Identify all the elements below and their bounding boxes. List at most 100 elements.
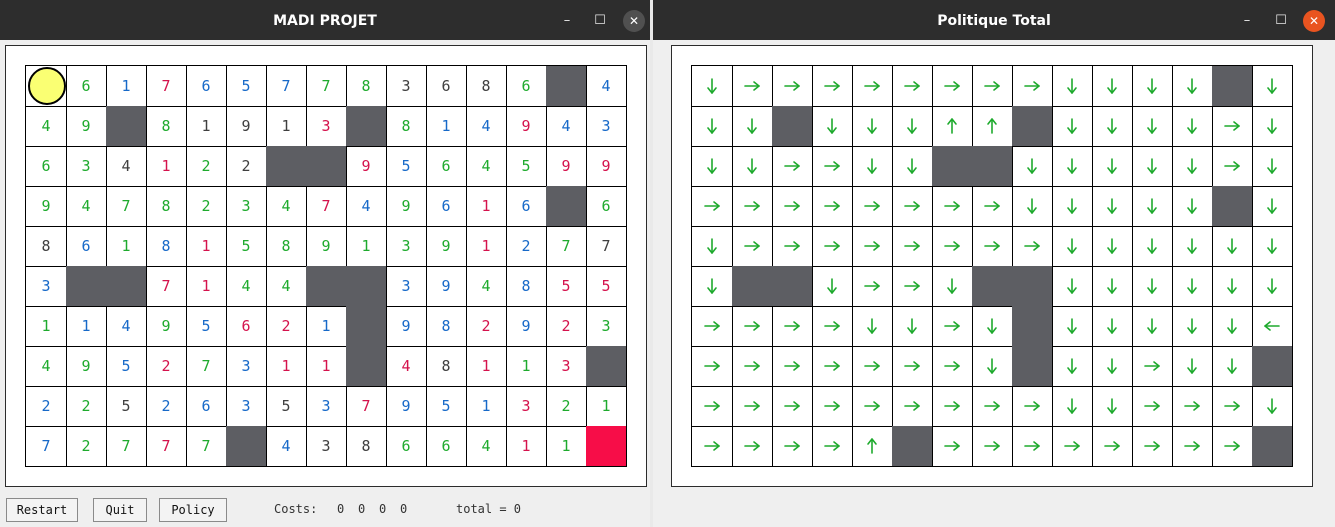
policy-cell bbox=[852, 346, 893, 387]
cost-cell: 2 bbox=[146, 386, 187, 427]
arrow-right-icon bbox=[899, 233, 925, 259]
policy-cell bbox=[1172, 306, 1213, 347]
agent-cell bbox=[26, 66, 67, 107]
cost-cell: 4 bbox=[466, 426, 507, 467]
cost-cell: 4 bbox=[586, 66, 627, 107]
arrow-right-icon bbox=[739, 233, 765, 259]
arrow-down-icon bbox=[1099, 193, 1125, 219]
arrow-down-icon bbox=[899, 313, 925, 339]
arrow-right-icon bbox=[779, 313, 805, 339]
wall-cell bbox=[772, 106, 813, 147]
policy-cell bbox=[892, 186, 933, 227]
policy-cell bbox=[972, 106, 1013, 147]
policy-cell bbox=[852, 106, 893, 147]
policy-cell bbox=[772, 186, 813, 227]
policy-cell bbox=[932, 66, 973, 107]
arrow-down-icon bbox=[1179, 353, 1205, 379]
arrow-down-icon bbox=[939, 273, 965, 299]
arrow-right-icon bbox=[939, 313, 965, 339]
policy-cell bbox=[1252, 386, 1293, 427]
policy-cell bbox=[772, 306, 813, 347]
cost-cell: 7 bbox=[186, 346, 227, 387]
arrow-down-icon bbox=[1259, 73, 1285, 99]
arrow-right-icon bbox=[939, 193, 965, 219]
arrow-down-icon bbox=[1059, 153, 1085, 179]
arrow-down-icon bbox=[1259, 233, 1285, 259]
policy-cell bbox=[812, 266, 853, 307]
policy-button[interactable]: Policy bbox=[159, 498, 227, 522]
arrow-down-icon bbox=[1059, 233, 1085, 259]
policy-cell bbox=[692, 306, 733, 347]
arrow-right-icon bbox=[779, 233, 805, 259]
policy-cell bbox=[1172, 226, 1213, 267]
cost-cell: 1 bbox=[466, 186, 507, 227]
cost-cell: 3 bbox=[26, 266, 67, 307]
titlebar[interactable]: Politique Total – ☐ ✕ bbox=[653, 0, 1335, 40]
maximize-button[interactable]: ☐ bbox=[1270, 10, 1292, 32]
cost-cell: 4 bbox=[26, 346, 67, 387]
minimize-button[interactable]: – bbox=[1236, 10, 1258, 32]
policy-cell bbox=[1092, 146, 1133, 187]
policy-cell bbox=[812, 226, 853, 267]
cost-cell: 5 bbox=[426, 386, 467, 427]
titlebar[interactable]: MADI PROJET – ☐ ✕ bbox=[0, 0, 650, 40]
cost-cell: 8 bbox=[506, 266, 547, 307]
cost-green-value: 0 bbox=[337, 502, 345, 516]
policy-cell bbox=[932, 186, 973, 227]
cost-cell: 6 bbox=[506, 66, 547, 107]
arrow-down-icon bbox=[1139, 273, 1165, 299]
minimize-button[interactable]: – bbox=[556, 10, 578, 32]
close-button[interactable]: ✕ bbox=[1303, 10, 1325, 32]
arrow-right-icon bbox=[899, 193, 925, 219]
close-button[interactable]: ✕ bbox=[623, 10, 645, 32]
policy-cell bbox=[692, 146, 733, 187]
arrow-right-icon bbox=[859, 233, 885, 259]
cost-cell: 3 bbox=[506, 386, 547, 427]
policy-cell bbox=[1052, 66, 1093, 107]
policy-cell bbox=[772, 226, 813, 267]
game-canvas[interactable]: 6176577836864498191381494363412295645999… bbox=[5, 45, 647, 487]
wall-cell bbox=[932, 146, 973, 187]
policy-cell bbox=[1212, 426, 1253, 467]
cost-cell: 6 bbox=[26, 146, 67, 187]
arrow-right-icon bbox=[1219, 433, 1245, 459]
cost-cell: 7 bbox=[106, 426, 147, 467]
quit-button[interactable]: Quit bbox=[93, 498, 147, 522]
cost-cell: 9 bbox=[546, 146, 587, 187]
cost-cell: 1 bbox=[186, 106, 227, 147]
maximize-button[interactable]: ☐ bbox=[589, 10, 611, 32]
cost-cell: 3 bbox=[546, 346, 587, 387]
arrow-right-icon bbox=[939, 353, 965, 379]
policy-cell bbox=[1092, 306, 1133, 347]
policy-cell bbox=[1252, 146, 1293, 187]
arrow-right-icon bbox=[939, 433, 965, 459]
arrow-down-icon bbox=[979, 353, 1005, 379]
cost-blue-value: 0 bbox=[358, 502, 366, 516]
restart-button[interactable]: Restart bbox=[6, 498, 78, 522]
window-title: MADI PROJET bbox=[273, 13, 377, 29]
policy-cell bbox=[732, 346, 773, 387]
policy-cell bbox=[972, 306, 1013, 347]
policy-cell bbox=[852, 146, 893, 187]
arrow-right-icon bbox=[819, 153, 845, 179]
arrow-right-icon bbox=[859, 273, 885, 299]
arrow-down-icon bbox=[1059, 73, 1085, 99]
cost-cell: 4 bbox=[106, 146, 147, 187]
policy-cell bbox=[1172, 386, 1213, 427]
policy-cell bbox=[1092, 186, 1133, 227]
wall-cell bbox=[306, 146, 347, 187]
cost-cell: 6 bbox=[66, 66, 107, 107]
cost-cell: 2 bbox=[546, 306, 587, 347]
policy-cell bbox=[1052, 266, 1093, 307]
arrow-right-icon bbox=[739, 353, 765, 379]
cost-cell: 6 bbox=[586, 186, 627, 227]
policy-cell bbox=[852, 186, 893, 227]
cost-cell: 2 bbox=[226, 146, 267, 187]
policy-cell bbox=[932, 426, 973, 467]
policy-cell bbox=[1172, 346, 1213, 387]
arrow-right-icon bbox=[1019, 73, 1045, 99]
policy-cell bbox=[1012, 146, 1053, 187]
arrow-down-icon bbox=[1099, 73, 1125, 99]
policy-cell bbox=[732, 306, 773, 347]
wall-cell bbox=[732, 266, 773, 307]
